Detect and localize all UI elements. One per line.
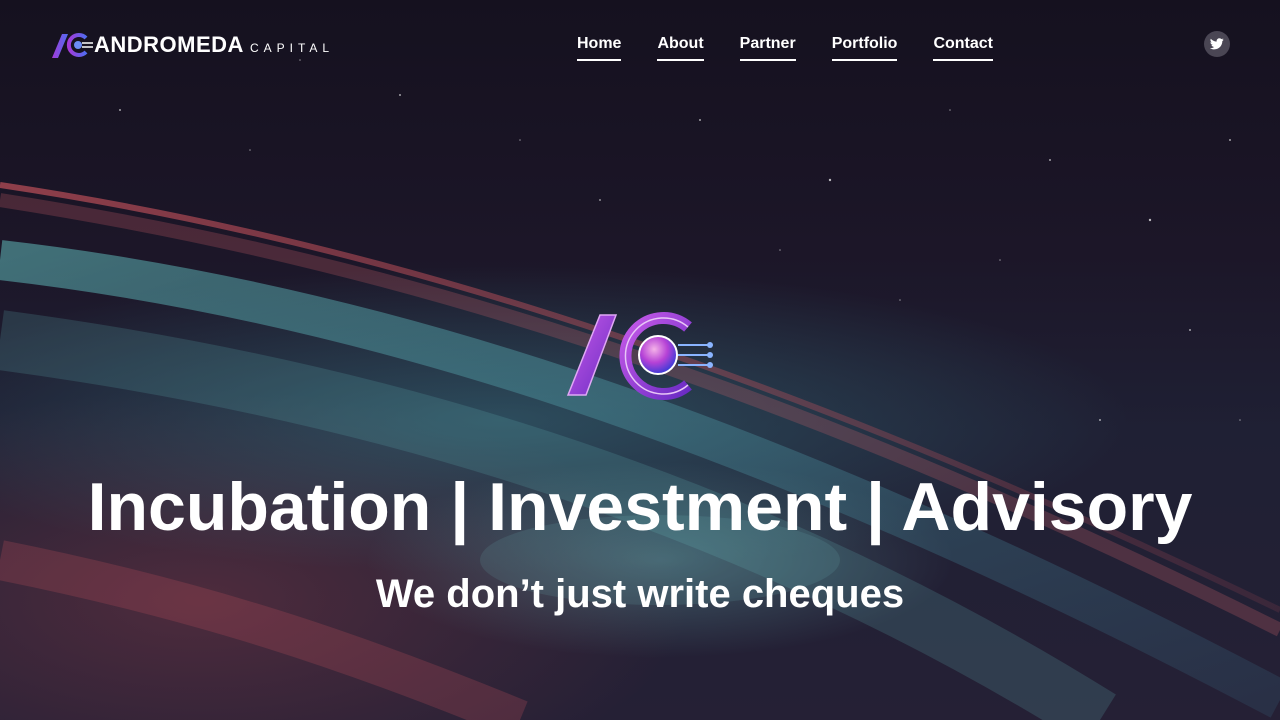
- ac-logo-icon: [52, 33, 93, 58]
- twitter-icon: [1210, 38, 1224, 50]
- brand-name: ANDROMEDA: [94, 32, 244, 57]
- main-nav: Home About Partner Portfolio Contact: [577, 34, 994, 61]
- twitter-link[interactable]: [1204, 31, 1230, 57]
- nav-item-contact[interactable]: Contact: [933, 34, 994, 61]
- hero-subline: We don’t just write cheques: [375, 572, 905, 616]
- brand-subtitle: CAPITAL: [249, 41, 335, 55]
- site-header: ANDROMEDA CAPITAL Home About Partner Por…: [0, 0, 1280, 90]
- nav-item-partner[interactable]: Partner: [739, 34, 796, 61]
- nav-item-about[interactable]: About: [657, 34, 704, 61]
- hero-headline: Incubation | Investment | Advisory: [87, 469, 1193, 545]
- brand-logo[interactable]: ANDROMEDA CAPITAL: [50, 30, 334, 60]
- nav-item-portfolio[interactable]: Portfolio: [831, 34, 898, 61]
- nav-item-home[interactable]: Home: [577, 34, 622, 61]
- ac-planet-logo-icon: [566, 312, 713, 400]
- hero-section: ANDROMEDA CAPITAL Home About Partner Por…: [0, 0, 1280, 720]
